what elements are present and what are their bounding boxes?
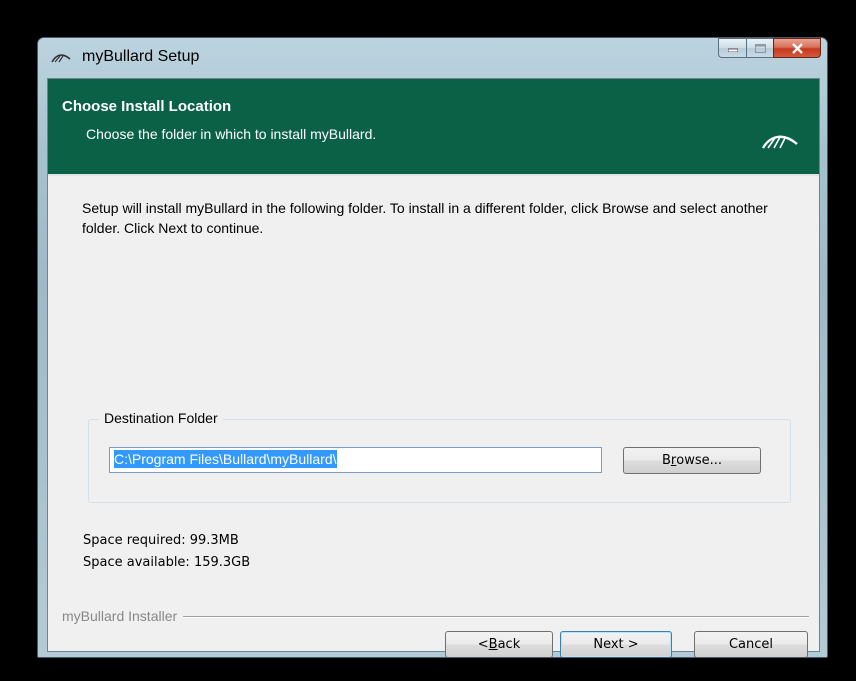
destination-path-value: C:\Program Files\Bullard\myBullard\: [114, 450, 337, 468]
maximize-icon: [754, 43, 766, 53]
installer-branding: myBullard Installer: [62, 608, 184, 624]
title-bar[interactable]: myBullard Setup: [38, 38, 827, 78]
destination-folder-label: Destination Folder: [99, 410, 223, 426]
destination-path-input[interactable]: C:\Program Files\Bullard\myBullard\: [109, 447, 602, 473]
mybullard-logo-icon: [51, 54, 71, 63]
maximize-button[interactable]: [746, 38, 773, 58]
page-header: Choose Install Location Choose the folde…: [48, 79, 819, 175]
next-button[interactable]: Next >: [560, 631, 672, 657]
minimize-icon: [727, 48, 738, 52]
caption-buttons: [718, 38, 821, 59]
cancel-button[interactable]: Cancel: [694, 631, 808, 657]
header-divider: [48, 174, 819, 176]
back-button[interactable]: < Back: [445, 631, 553, 657]
back-accelerator: B: [488, 637, 498, 652]
space-required: Space required: 99.3MB: [83, 533, 239, 548]
installer-window: myBullard Setup Choose Install Location …: [37, 37, 828, 658]
browse-button[interactable]: Br owse...: [623, 447, 761, 474]
close-icon: [791, 42, 803, 54]
instructions-text: Setup will install myBullard in the foll…: [82, 200, 768, 236]
mybullard-header-logo-icon: [761, 135, 798, 149]
page-subtitle: Choose the folder in which to install my…: [86, 126, 377, 142]
dialog-client-area: Choose Install Location Choose the folde…: [47, 78, 820, 657]
space-available: Space available: 159.3GB: [83, 555, 251, 570]
page-title: Choose Install Location: [62, 98, 232, 115]
window-title: myBullard Setup: [82, 48, 200, 65]
close-button[interactable]: [773, 38, 821, 58]
minimize-button[interactable]: [718, 38, 746, 58]
